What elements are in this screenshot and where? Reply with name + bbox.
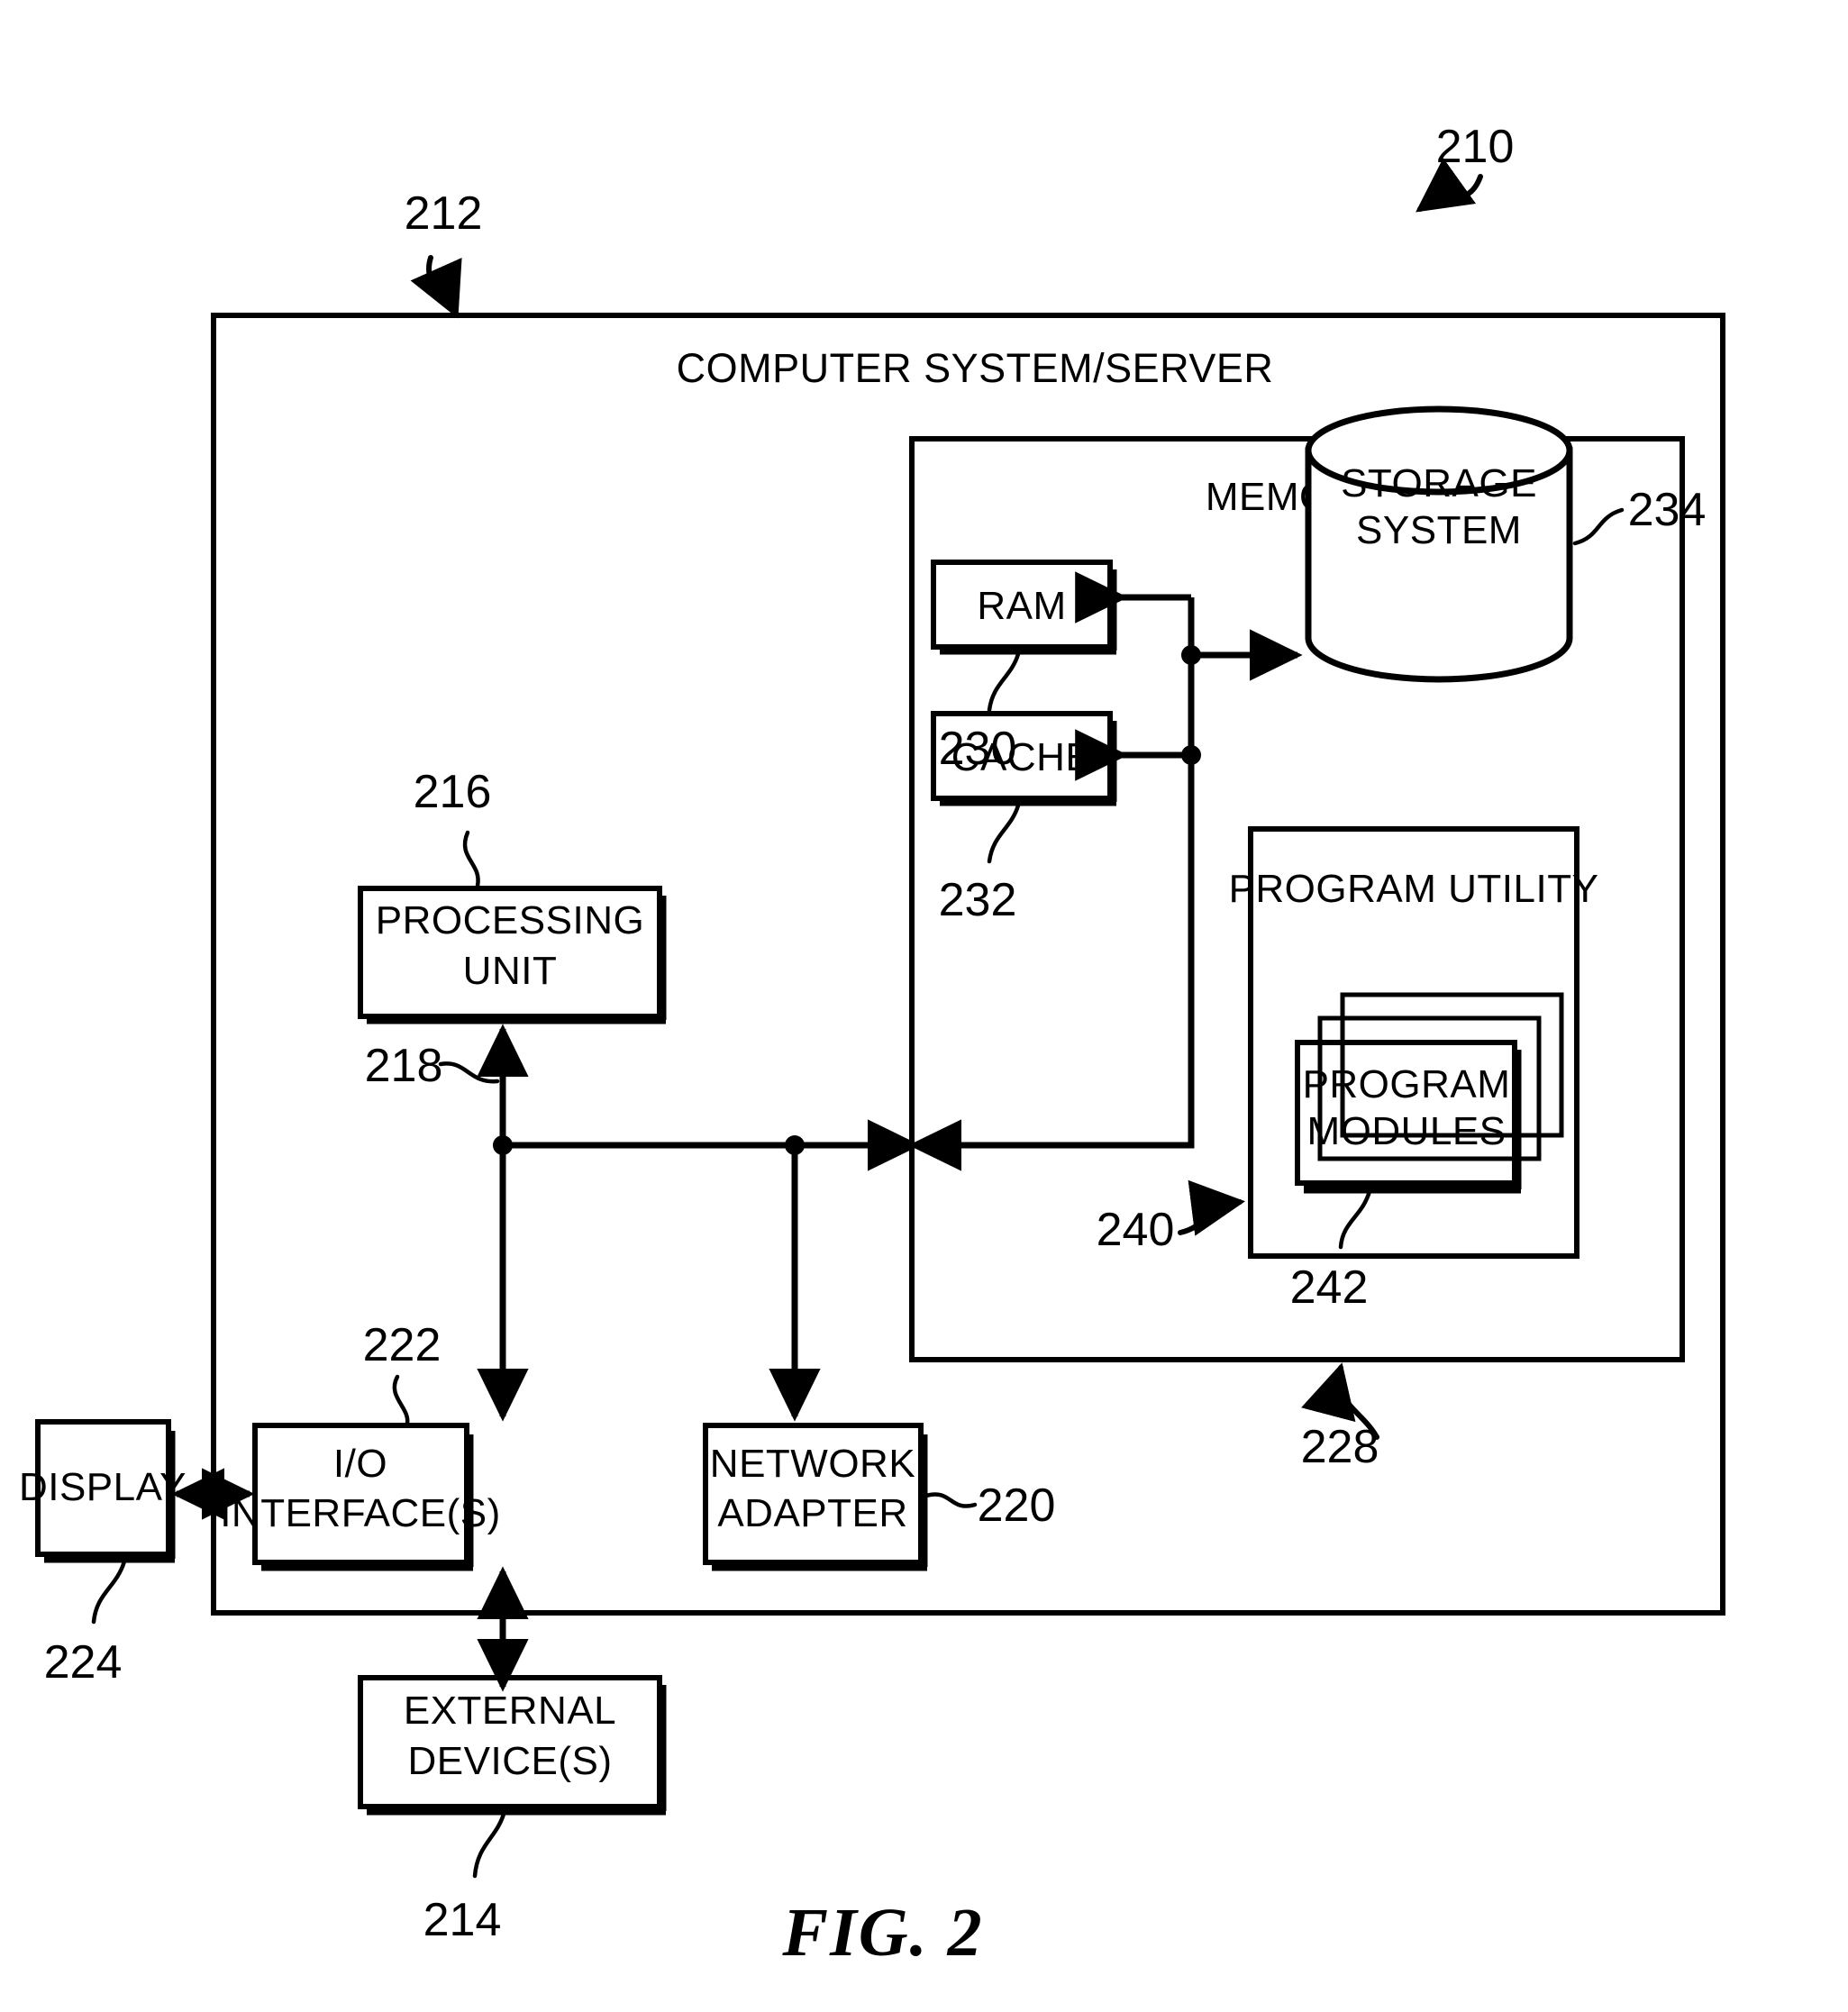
ref-210-label: 210 <box>1436 121 1515 173</box>
ref-212-leader <box>410 255 462 319</box>
ref-216-label: 216 <box>414 766 492 818</box>
ram-label: RAM <box>977 584 1066 628</box>
ref-222-label: 222 <box>363 1319 442 1371</box>
program-utility-label: PROGRAM UTILITY <box>1229 867 1599 911</box>
computer-system-server-title: COMPUTER SYSTEM/SERVER <box>677 345 1274 391</box>
patent-figure-page: COMPUTER SYSTEM/SERVER 212 210 MEMORY 22… <box>0 0 1848 2012</box>
external-devices-label-line1: EXTERNAL <box>404 1689 616 1733</box>
cache-label: CACHE <box>951 735 1093 779</box>
io-interface-label-line2: INTERFACE(S) <box>220 1491 501 1535</box>
ref-218-leader <box>438 1061 500 1084</box>
ref-242-leader <box>1338 1188 1372 1250</box>
ref-210-leader <box>1416 158 1483 213</box>
figure-2-diagram: COMPUTER SYSTEM/SERVER 212 210 MEMORY 22… <box>19 121 1725 1971</box>
bus-junction-storage <box>1181 645 1201 665</box>
display-label: DISPLAY <box>19 1465 187 1509</box>
memory-internal-bus <box>909 597 1195 1149</box>
processing-unit-label-line2: UNIT <box>463 949 558 993</box>
storage-system-label-line2: SYSTEM <box>1356 508 1522 552</box>
ref-240-leader <box>1178 1179 1245 1236</box>
ref-214-leader <box>472 1808 507 1879</box>
bus-junction-cache <box>1181 745 1201 765</box>
io-interface-label-line1: I/O <box>333 1442 387 1486</box>
ref-234-label: 234 <box>1628 484 1707 536</box>
ref-234-leader <box>1572 507 1625 546</box>
program-modules-label-line2: MODULES <box>1306 1109 1506 1153</box>
ref-222-leader <box>392 1374 410 1426</box>
storage-system-label-line1: STORAGE <box>1341 461 1537 505</box>
bus-junction-cpu-io <box>493 1135 513 1155</box>
ref-220-label: 220 <box>978 1479 1056 1532</box>
ref-224-leader <box>91 1559 127 1625</box>
ref-228-label: 228 <box>1301 1421 1379 1473</box>
ref-232-label: 232 <box>939 874 1017 926</box>
ref-230-leader <box>987 651 1021 713</box>
network-adapter-label-line2: ADAPTER <box>717 1491 907 1535</box>
bus-junction-network <box>785 1135 805 1155</box>
ref-216-leader <box>462 830 480 888</box>
program-modules-label-line1: PROGRAM <box>1303 1062 1511 1106</box>
figure-caption: FIG. 2 <box>781 1895 983 1971</box>
ref-224-label: 224 <box>44 1636 123 1689</box>
processing-unit-label-line1: PROCESSING <box>376 898 644 942</box>
ref-240-label: 240 <box>1097 1204 1175 1256</box>
ref-214-label: 214 <box>423 1894 502 1946</box>
network-adapter-label-line1: NETWORK <box>710 1442 915 1486</box>
ref-218-label: 218 <box>365 1040 443 1092</box>
ref-242-label: 242 <box>1290 1261 1369 1314</box>
external-devices-label-line2: DEVICE(S) <box>408 1739 613 1783</box>
ref-212-label: 212 <box>405 187 483 240</box>
ref-232-leader <box>987 803 1021 864</box>
ref-220-leader <box>924 1492 978 1508</box>
